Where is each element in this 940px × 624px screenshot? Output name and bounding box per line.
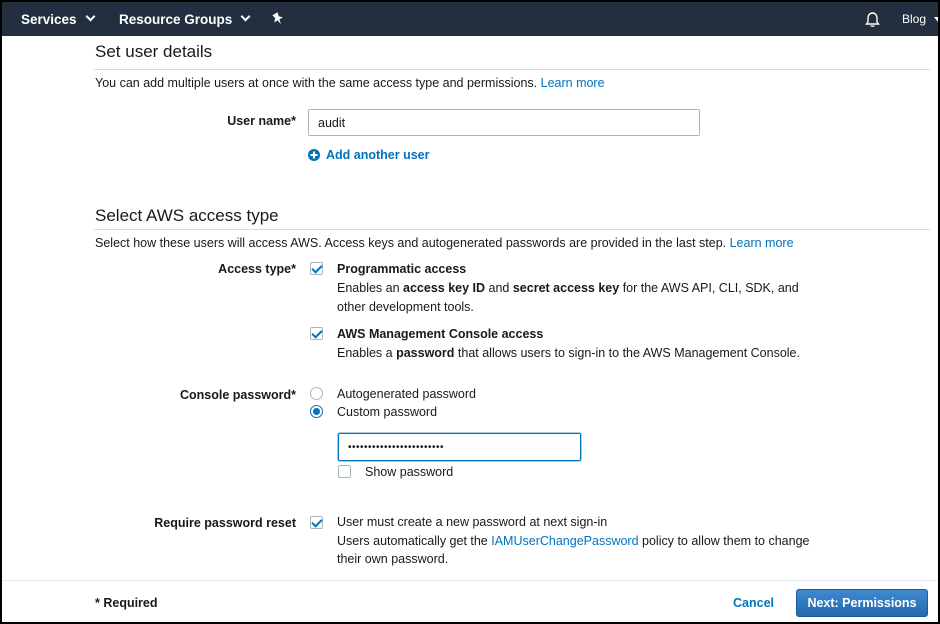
- desc-text: and: [485, 281, 513, 295]
- section-divider: [94, 229, 930, 230]
- plus-circle-icon: [308, 149, 320, 161]
- password-reset-checkbox[interactable]: [310, 516, 323, 529]
- top-nav-bar: Services Resource Groups Blog: [2, 2, 938, 36]
- add-another-user-button[interactable]: Add another user: [308, 148, 430, 162]
- services-label: Services: [21, 11, 77, 27]
- desc-text: other development tools.: [337, 299, 474, 314]
- autogenerated-password-radio[interactable]: [310, 387, 323, 400]
- cancel-button[interactable]: Cancel: [733, 596, 774, 610]
- account-menu[interactable]: Blog: [902, 2, 938, 36]
- access-type-label: Access type*: [218, 262, 296, 276]
- access-type-description: Select how these users will access AWS. …: [95, 236, 794, 250]
- desc-text: that allows users to sign-in to the AWS …: [454, 346, 800, 360]
- iam-user-change-password-link[interactable]: IAMUserChangePassword: [491, 534, 638, 548]
- required-note: * Required: [95, 596, 158, 610]
- add-another-user-label: Add another user: [326, 148, 430, 162]
- user-details-description-text: You can add multiple users at once with …: [95, 76, 538, 90]
- access-type-description-text: Select how these users will access AWS. …: [95, 236, 727, 250]
- chevron-down-icon: [240, 11, 251, 22]
- desc-bold: access key ID: [403, 281, 486, 295]
- chevron-down-icon: [85, 11, 96, 22]
- next-permissions-button[interactable]: Next: Permissions: [796, 589, 928, 617]
- user-name-input[interactable]: [308, 109, 700, 136]
- desc-text: User must create a new password at next …: [337, 515, 608, 529]
- desc-bold: secret access key: [512, 281, 620, 295]
- show-password-checkbox[interactable]: [338, 465, 351, 478]
- programmatic-access-checkbox[interactable]: [310, 262, 323, 275]
- browser-frame: Services Resource Groups Blog Set user d…: [0, 0, 940, 624]
- account-label: Blog: [902, 12, 927, 26]
- desc-text: Users automatically get the: [337, 533, 492, 548]
- desc-text: their own password.: [337, 552, 449, 566]
- wizard-footer: * Required Cancel Next: Permissions: [2, 580, 938, 622]
- bell-icon[interactable]: [865, 2, 880, 36]
- desc-text: for the AWS API, CLI, SDK, and: [619, 281, 799, 295]
- resource-groups-label: Resource Groups: [119, 11, 233, 27]
- section-divider: [94, 69, 930, 70]
- console-access-title: AWS Management Console access: [337, 327, 544, 341]
- desc-text: Enables an: [337, 281, 404, 295]
- desc-text: Enables a: [337, 346, 397, 360]
- pin-icon[interactable]: [272, 2, 284, 36]
- programmatic-access-description: Enables an access key ID and secret acce…: [337, 279, 799, 316]
- desc-bold: password: [396, 346, 455, 360]
- console-access-description: Enables a password that allows users to …: [337, 344, 800, 363]
- password-reset-label: Require password reset: [154, 516, 296, 530]
- set-user-details-heading: Set user details: [95, 42, 213, 61]
- main-content: Set user details You can add multiple us…: [2, 36, 938, 580]
- custom-password-radio[interactable]: [310, 405, 323, 418]
- programmatic-access-title: Programmatic access: [337, 262, 467, 276]
- custom-password-input[interactable]: ••••••••••••••••••••••••: [338, 433, 581, 461]
- caret-down-icon: [934, 16, 938, 22]
- resource-groups-menu[interactable]: Resource Groups: [119, 2, 251, 36]
- desc-text: policy to allow them to change: [638, 533, 810, 548]
- user-details-description: You can add multiple users at once with …: [95, 76, 605, 90]
- password-reset-description: User must create a new password at next …: [337, 513, 809, 569]
- user-name-label: User name*: [227, 114, 296, 128]
- learn-more-link[interactable]: Learn more: [730, 236, 794, 250]
- console-access-checkbox[interactable]: [310, 327, 323, 340]
- autogenerated-password-label: Autogenerated password: [337, 387, 476, 401]
- services-menu[interactable]: Services: [21, 2, 96, 36]
- console-password-label: Console password*: [180, 388, 296, 402]
- show-password-label: Show password: [365, 465, 454, 479]
- learn-more-link[interactable]: Learn more: [541, 76, 605, 90]
- custom-password-label: Custom password: [337, 405, 438, 419]
- access-type-heading: Select AWS access type: [95, 206, 279, 225]
